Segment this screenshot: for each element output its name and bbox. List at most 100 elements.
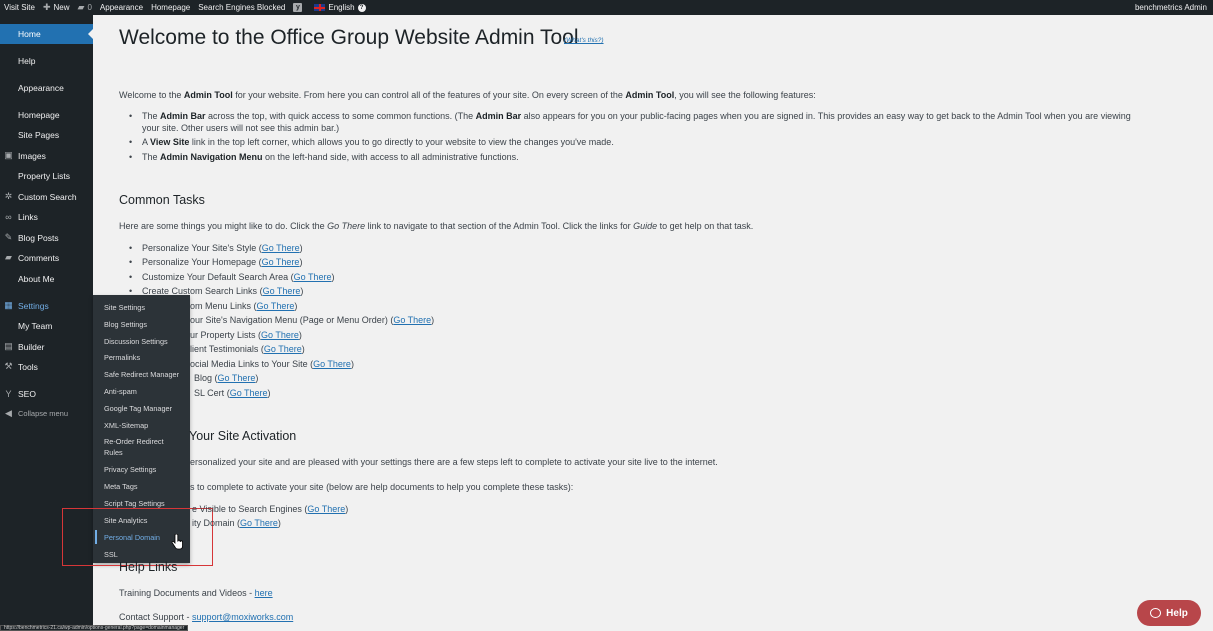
task-label: SL Cert [194, 388, 225, 398]
go-there-link[interactable]: Go There [264, 344, 302, 354]
feature-text: on the left-hand side, with access to al… [262, 152, 519, 162]
go-there-link[interactable]: Go There [230, 388, 268, 398]
uk-flag-icon [314, 4, 326, 11]
go-there-link[interactable]: Go There [263, 286, 301, 296]
task-item: om Menu Links (Go There) [190, 301, 298, 311]
pin-icon: ✎ [4, 232, 13, 242]
task-label: Personalize Your Site's Style [142, 243, 257, 253]
feature-bold: View Site [150, 137, 190, 147]
collapse-menu-button[interactable]: ◀ Collapse menu [0, 404, 93, 423]
help-links-heading: Help Links [119, 560, 178, 574]
search-engines-label: Search Engines Blocked [198, 3, 286, 12]
collapse-menu-label: Collapse menu [18, 409, 69, 418]
sidebar-item-about-me[interactable]: About Me [0, 269, 93, 288]
common-tasks-intro: Here are some things you might like to d… [119, 220, 753, 232]
task-item: Personalize Your Homepage (Go There) [129, 256, 302, 268]
sidebar-item-appearance[interactable]: Appearance [0, 78, 93, 97]
sidebar-item-label: Appearance [18, 82, 64, 93]
task-label: Blog [194, 373, 213, 383]
feature-text: also appears for you on your public-faci… [521, 111, 1131, 121]
sidebar-item-links[interactable]: ∞ Links [0, 207, 93, 226]
sidebar-item-comments[interactable]: ▰ Comments [0, 248, 93, 267]
go-there-link[interactable]: Go There [294, 272, 332, 282]
sidebar-item-tools[interactable]: ⚒ Tools [0, 357, 93, 376]
sidebar-item-label: Homepage [18, 109, 60, 120]
yoast-link[interactable]: y [289, 0, 306, 15]
task-label: Create Custom Search Links [142, 286, 258, 296]
support-email-link[interactable]: support@moxiworks.com [192, 612, 293, 622]
sidebar-item-site-pages[interactable]: Site Pages [0, 125, 93, 144]
sidebar-item-property-lists[interactable]: Property Lists [0, 166, 93, 185]
sidebar-item-settings[interactable]: ▦ Settings [0, 296, 93, 315]
comments-count: 0 [87, 3, 92, 12]
sidebar-item-label: Help [18, 55, 36, 66]
activation-steps-intro: s to complete to activate your site (bel… [190, 482, 574, 492]
feature-text: across the top, with quick access to som… [205, 111, 476, 121]
go-there-link[interactable]: Go There [257, 301, 295, 311]
training-here-link[interactable]: here [255, 588, 273, 598]
go-there-link[interactable]: Go There [218, 373, 256, 383]
sidebar-item-blog-posts[interactable]: ✎ Blog Posts [0, 228, 93, 247]
browser-status-url: https://benchmetrics-21.ca/wp-admin/opti… [0, 625, 189, 631]
sidebar-item-label: SEO [18, 388, 36, 399]
task-item: SL Cert (Go There) [194, 388, 271, 398]
help-chat-button[interactable]: Help [1137, 600, 1201, 626]
help-button-label: Help [1166, 607, 1188, 619]
sidebar-item-label: Site Pages [18, 129, 60, 140]
go-there-link[interactable]: Go There [393, 315, 431, 325]
intro-bold: Admin Tool [183, 90, 233, 100]
sidebar-item-builder[interactable]: ▤ Builder [0, 337, 93, 356]
sidebar-item-homepage[interactable]: Homepage [0, 105, 93, 124]
sidebar-item-label: Tools [18, 361, 38, 372]
comments-link[interactable]: ▰ 0 [74, 0, 96, 15]
task-item: our Site's Navigation Menu (Page or Menu… [190, 315, 435, 325]
gear-icon: ✲ [4, 191, 13, 201]
sidebar-item-label: Images [18, 150, 46, 161]
sidebar-item-images[interactable]: ▣ Images [0, 146, 93, 165]
new-content-link[interactable]: ✚ New [39, 0, 74, 15]
sidebar-item-custom-search[interactable]: ✲ Custom Search [0, 187, 93, 206]
yoast-icon: Y [5, 388, 12, 399]
feature-text: The [142, 111, 161, 121]
task-item: ocial Media Links to Your Site (Go There… [190, 359, 354, 369]
homepage-link[interactable]: Homepage [147, 0, 194, 15]
contact-support-line: Contact Support - support@moxiworks.com [119, 611, 293, 623]
go-there-link[interactable]: Go There [307, 504, 345, 514]
search-engines-link[interactable]: Search Engines Blocked [194, 0, 289, 15]
go-there-link[interactable]: Go There [313, 359, 351, 369]
language-switcher[interactable]: English? [310, 0, 369, 15]
go-there-link[interactable]: Go There [262, 257, 300, 267]
feature-item-admin-bar-continued: your site. Other users will not see this… [142, 123, 340, 133]
go-there-link[interactable]: Go There [240, 518, 278, 528]
feature-text: A [142, 137, 151, 147]
activation-paragraph: ersonalized your site and are pleased wi… [190, 457, 718, 467]
admin-bar: Visit Site ✚ New ▰ 0 Appearance Homepage S… [0, 0, 1213, 15]
intro-paragraph: Welcome to the Admin Tool for your websi… [119, 89, 816, 101]
feature-text: The [142, 152, 161, 162]
go-there-link[interactable]: Go There [261, 330, 299, 340]
sidebar-item-home[interactable]: Home [0, 24, 93, 44]
sidebar-item-help[interactable]: Help [0, 51, 93, 70]
task-label: Customize Your Default Search Area [142, 272, 289, 282]
feature-item-view-site: A View Site link in the top left corner,… [129, 136, 614, 148]
sidebar-item-seo[interactable]: Y SEO [0, 384, 93, 403]
contact-label: Contact Support - [119, 612, 193, 622]
main-content: Welcome to the Office Group Website Admi… [93, 15, 1213, 631]
sidebar-item-label: Settings [18, 300, 49, 311]
link-icon: ∞ [5, 211, 12, 222]
language-label: English [328, 3, 355, 12]
intro-text: Welcome to the [119, 90, 184, 100]
visit-site-link[interactable]: Visit Site [0, 0, 39, 15]
sidebar-item-my-team[interactable]: My Team [0, 316, 93, 335]
sidebar-item-label: Home [18, 29, 41, 39]
sidebar-item-label: About Me [18, 273, 55, 284]
appearance-link[interactable]: Appearance [96, 0, 147, 15]
go-there-link[interactable]: Go There [262, 243, 300, 253]
whats-this-link[interactable]: (What's this?) [564, 37, 604, 44]
user-account-link[interactable]: benchmetrics Admin [1135, 0, 1207, 15]
task-item: lient Testimonials (Go There) [190, 344, 305, 354]
yoast-icon: y [293, 3, 303, 12]
intro-italic: Guide [633, 221, 658, 231]
sidebar-item-label: Links [18, 211, 38, 222]
activation-item-label: ity Domain [192, 518, 235, 528]
